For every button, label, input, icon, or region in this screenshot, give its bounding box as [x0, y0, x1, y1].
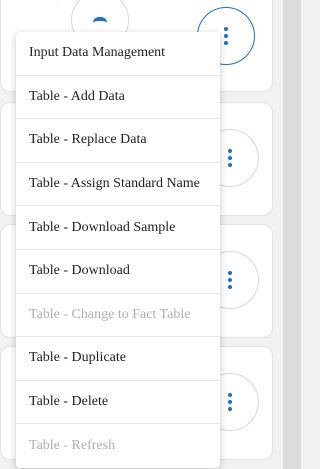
menu-item-duplicate[interactable]: Table - Duplicate: [16, 337, 220, 381]
menu-item-change-to-fact-table: Table - Change to Fact Table: [16, 294, 220, 338]
menu-item-delete[interactable]: Table - Delete: [16, 381, 220, 425]
vertical-ellipsis-icon: [228, 393, 232, 411]
scrollbar-track[interactable]: [283, 0, 301, 469]
vertical-ellipsis-icon: [228, 271, 232, 289]
menu-item-download-sample[interactable]: Table - Download Sample: [16, 206, 220, 250]
menu-item-replace-data[interactable]: Table - Replace Data: [16, 119, 220, 163]
menu-item-add-data[interactable]: Table - Add Data: [16, 76, 220, 120]
menu-item-download[interactable]: Table - Download: [16, 250, 220, 294]
menu-item-assign-standard-name[interactable]: Table - Assign Standard Name: [16, 163, 220, 207]
vertical-ellipsis-icon: [224, 27, 228, 45]
table-type-icon: [93, 17, 107, 31]
table-actions-menu: Input Data Management Table - Add Data T…: [16, 32, 220, 468]
vertical-ellipsis-icon: [228, 149, 232, 167]
menu-item-refresh: Table - Refresh: [29, 438, 116, 454]
menu-item-input-data-management[interactable]: Input Data Management: [16, 32, 220, 76]
card-divider: [57, 0, 70, 1]
